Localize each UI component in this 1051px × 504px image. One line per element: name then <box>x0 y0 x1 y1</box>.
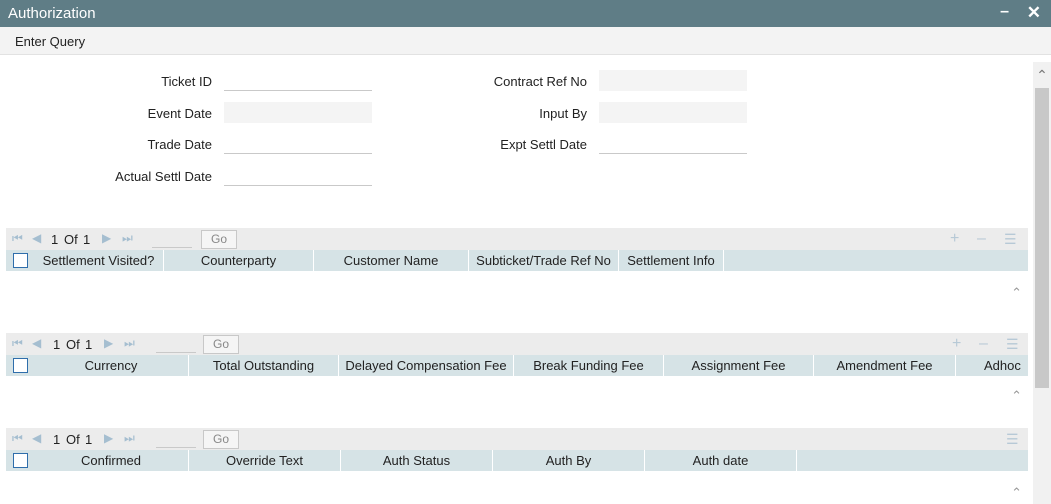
column-header[interactable]: Amendment Fee <box>814 355 956 376</box>
delete-row-icon[interactable]: – <box>977 230 986 248</box>
column-header[interactable]: Subticket/Trade Ref No <box>469 250 619 271</box>
enter-query-button[interactable]: Enter Query <box>15 34 85 49</box>
prev-page-icon[interactable]: ◀ <box>32 431 41 445</box>
grid-header: Confirmed Override Text Auth Status Auth… <box>6 450 1028 471</box>
last-page-icon[interactable]: ⏭ <box>124 431 135 446</box>
ticket-id-input[interactable] <box>224 70 372 91</box>
go-button[interactable]: Go <box>201 230 237 249</box>
grid-options-icon[interactable]: ☰ <box>1004 231 1017 248</box>
column-header[interactable]: Settlement Info <box>619 250 724 271</box>
contract-ref-no-input[interactable] <box>599 70 747 91</box>
column-header[interactable]: Auth Status <box>341 450 493 471</box>
expt-settl-date-input[interactable] <box>599 133 747 154</box>
first-page-icon[interactable]: ⏮ <box>12 431 23 446</box>
page-of: Of <box>66 337 80 352</box>
grid-body: ⌃ <box>6 376 1028 428</box>
scroll-up-icon[interactable]: ⌃ <box>1035 68 1049 82</box>
grid-pager: ⏮ ◀ 1 Of 1 ▶ ⏭ Go + – ☰ <box>6 333 1028 355</box>
add-row-icon[interactable]: + <box>952 335 961 353</box>
menu-bar: Enter Query <box>0 27 1051 55</box>
select-all-checkbox[interactable] <box>13 253 28 268</box>
last-page-icon[interactable]: ⏭ <box>124 336 135 351</box>
prev-page-icon[interactable]: ◀ <box>32 336 41 350</box>
column-header[interactable]: Auth date <box>645 450 797 471</box>
next-page-icon[interactable]: ▶ <box>104 431 113 445</box>
page-number-input[interactable] <box>156 430 196 448</box>
window-titlebar: Authorization – ✕ <box>0 0 1051 27</box>
scrollbar-thumb[interactable] <box>1035 88 1049 388</box>
column-header[interactable]: Break Funding Fee <box>514 355 664 376</box>
column-header[interactable]: Customer Name <box>314 250 469 271</box>
event-date-label: Event Date <box>147 106 212 121</box>
grid-header: Currency Total Outstanding Delayed Compe… <box>6 355 1028 376</box>
column-header[interactable]: Confirmed <box>34 450 189 471</box>
column-header[interactable]: Adhoc <box>956 355 1028 376</box>
fees-grid: ⏮ ◀ 1 Of 1 ▶ ⏭ Go + – ☰ Currency Total O… <box>6 333 1028 428</box>
close-button[interactable]: ✕ <box>1027 3 1041 23</box>
page-total: 1 <box>85 337 93 352</box>
grid-scroll-up-icon[interactable]: ⌃ <box>1011 285 1022 301</box>
page-current: 1 <box>53 432 61 447</box>
page-current: 1 <box>51 232 59 247</box>
grid-options-icon[interactable]: ☰ <box>1006 431 1019 448</box>
grid-header: Settlement Visited? Counterparty Custome… <box>6 250 1028 271</box>
next-page-icon[interactable]: ▶ <box>104 336 113 350</box>
column-header[interactable]: Override Text <box>189 450 341 471</box>
go-button[interactable]: Go <box>203 335 239 354</box>
delete-row-icon[interactable]: – <box>979 335 988 353</box>
column-header[interactable]: Assignment Fee <box>664 355 814 376</box>
page-of: Of <box>64 232 78 247</box>
add-row-icon[interactable]: + <box>950 230 959 248</box>
contract-ref-no-label: Contract Ref No <box>493 74 587 89</box>
column-header[interactable]: Auth By <box>493 450 645 471</box>
ticket-id-label: Ticket ID <box>161 74 212 89</box>
first-page-icon[interactable]: ⏮ <box>12 231 23 246</box>
first-page-icon[interactable]: ⏮ <box>12 336 23 351</box>
page-total: 1 <box>83 232 91 247</box>
page-number-input[interactable] <box>156 335 196 353</box>
minimize-button[interactable]: – <box>1000 3 1009 21</box>
select-all-checkbox[interactable] <box>13 453 28 468</box>
grid-scroll-up-icon[interactable]: ⌃ <box>1011 485 1022 501</box>
page-current: 1 <box>53 337 61 352</box>
column-header[interactable]: Settlement Visited? <box>34 250 164 271</box>
last-page-icon[interactable]: ⏭ <box>122 231 133 246</box>
grid-body: ⌃ <box>6 471 1028 504</box>
expt-settl-date-label: Expt Settl Date <box>500 137 587 152</box>
grid-pager: ⏮ ◀ 1 Of 1 ▶ ⏭ Go + – ☰ <box>6 228 1028 250</box>
trade-date-input[interactable] <box>224 133 372 154</box>
page-scrollbar[interactable]: ⌃ <box>1033 62 1051 504</box>
page-of: Of <box>66 432 80 447</box>
settlement-grid: ⏮ ◀ 1 Of 1 ▶ ⏭ Go + – ☰ Settlement Visit… <box>6 228 1028 328</box>
event-date-input[interactable] <box>224 102 372 123</box>
grid-scroll-up-icon[interactable]: ⌃ <box>1011 388 1022 404</box>
go-button[interactable]: Go <box>203 430 239 449</box>
actual-settl-date-label: Actual Settl Date <box>115 169 212 184</box>
prev-page-icon[interactable]: ◀ <box>32 231 41 245</box>
page-total: 1 <box>85 432 93 447</box>
select-all-checkbox[interactable] <box>13 358 28 373</box>
column-header[interactable]: Delayed Compensation Fee <box>339 355 514 376</box>
next-page-icon[interactable]: ▶ <box>102 231 111 245</box>
input-by-input[interactable] <box>599 102 747 123</box>
grid-options-icon[interactable]: ☰ <box>1006 336 1019 353</box>
window-title: Authorization <box>8 5 96 22</box>
column-header[interactable]: Counterparty <box>164 250 314 271</box>
page-number-input[interactable] <box>152 230 192 248</box>
column-header[interactable]: Currency <box>34 355 189 376</box>
trade-date-label: Trade Date <box>147 137 212 152</box>
grid-pager: ⏮ ◀ 1 Of 1 ▶ ⏭ Go ☰ <box>6 428 1028 450</box>
overrides-grid: ⏮ ◀ 1 Of 1 ▶ ⏭ Go ☰ Confirmed Override T… <box>6 428 1028 504</box>
input-by-label: Input By <box>539 106 587 121</box>
actual-settl-date-input[interactable] <box>224 165 372 186</box>
column-header[interactable]: Total Outstanding <box>189 355 339 376</box>
grid-body: ⌃ <box>6 271 1028 328</box>
